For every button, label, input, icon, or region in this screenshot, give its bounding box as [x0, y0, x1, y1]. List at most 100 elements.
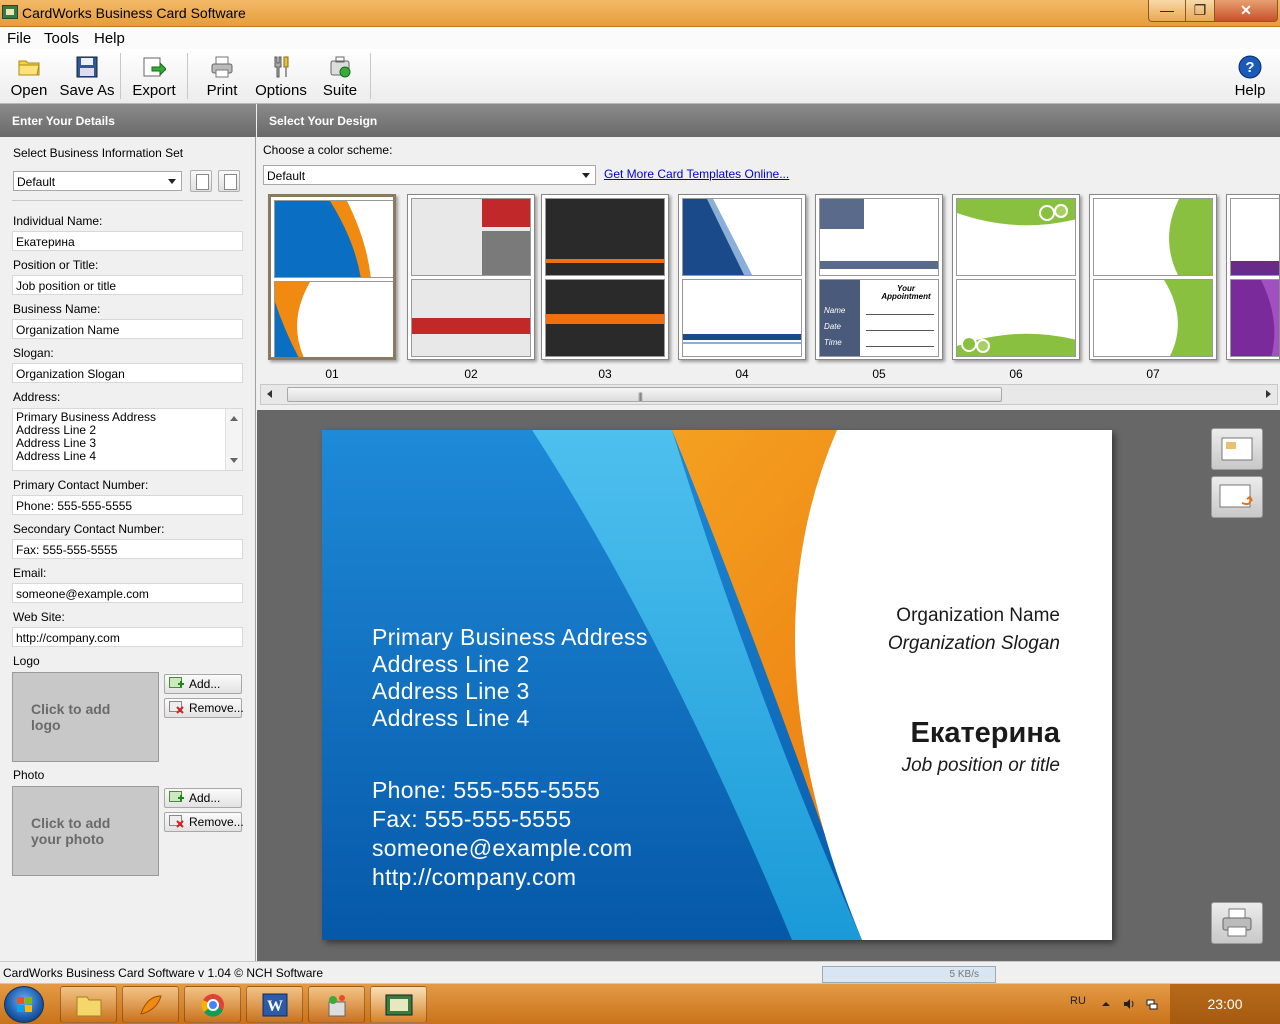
template-thumbnail-06[interactable] [952, 194, 1080, 360]
start-button[interactable] [4, 986, 44, 1023]
thumbnail-art [275, 201, 393, 277]
close-button[interactable]: ✕ [1214, 0, 1278, 22]
address-scrollbar[interactable] [225, 409, 242, 470]
menu-tools[interactable]: Tools [44, 30, 79, 47]
status-bar: CardWorks Business Card Software v 1.04 … [0, 961, 1280, 983]
template-thumbnail-01[interactable] [268, 194, 396, 360]
thumbnail-number: 06 [1009, 367, 1023, 381]
network-icon[interactable] [1146, 998, 1158, 1010]
thumbnail-number: 02 [464, 367, 478, 381]
add-photo-label: Add... [189, 791, 221, 805]
svg-text:W: W [267, 998, 283, 1015]
add-logo-button[interactable]: Add... [164, 674, 242, 694]
add-photo-button[interactable]: Add... [164, 788, 242, 808]
scroll-left-arrow-icon[interactable] [267, 390, 272, 398]
card-preview-area: Primary Business Address Address Line 2 … [257, 410, 1280, 961]
taskbar-word[interactable]: W [246, 986, 303, 1023]
delete-info-set-icon[interactable] [218, 170, 240, 192]
minimize-button[interactable]: — [1148, 0, 1186, 22]
add-logo-label: Add... [189, 677, 221, 691]
thumbnail-art [820, 199, 938, 275]
scrollbar-thumb[interactable]: ||| [287, 387, 1002, 402]
remove-logo-button[interactable]: Remove... [164, 698, 244, 718]
design-panel-header: Select Your Design [257, 104, 1280, 137]
address-textarea[interactable]: Primary Business Address Address Line 2 … [12, 408, 243, 471]
slogan-input[interactable]: Organization Slogan [12, 363, 243, 383]
details-panel-header: Enter Your Details [0, 104, 256, 137]
info-set-label: Select Business Information Set [13, 146, 184, 160]
address-line: Address Line 4 [16, 449, 97, 463]
thumbnail-art [683, 280, 801, 356]
back-side-view-button[interactable] [1211, 476, 1263, 518]
suite-button[interactable]: Suite [318, 51, 362, 101]
secondary-contact-label: Secondary Contact Number: [13, 522, 165, 536]
appointment-field-name: Name [824, 306, 846, 315]
help-button[interactable]: ? Help [1226, 51, 1274, 101]
template-thumbnail-08[interactable] [1226, 194, 1280, 360]
thumbnail-number: 03 [598, 367, 612, 381]
color-scheme-select[interactable]: Default [263, 165, 596, 185]
primary-contact-input[interactable]: Phone: 555-555-5555 [12, 495, 243, 515]
clock[interactable]: 23:00 [1170, 984, 1280, 1024]
toolbar: Open Save As Export Print Options Suite … [0, 49, 1280, 104]
feather-icon [140, 995, 162, 1015]
template-thumbnail-02[interactable] [407, 194, 535, 360]
email-input[interactable]: someone@example.com [12, 583, 243, 603]
taskbar-app-2[interactable] [122, 986, 179, 1023]
menu-file[interactable]: File [7, 30, 31, 47]
card-address-line-1: Primary Business Address [372, 624, 648, 650]
card-phone: Phone: 555-555-5555 [372, 777, 601, 803]
info-set-select[interactable]: Default [13, 171, 182, 191]
photo-drop-area[interactable]: Click to add your photo [12, 786, 159, 876]
business-name-input[interactable]: Organization Name [12, 319, 243, 339]
app-icon [2, 5, 18, 19]
appointment-line [866, 346, 934, 347]
new-info-set-icon[interactable] [190, 170, 212, 192]
thumbnail-scrollbar[interactable]: ||| [260, 384, 1278, 405]
save-as-button[interactable]: Save As [58, 51, 116, 101]
individual-name-input[interactable]: Екатерина [12, 231, 243, 251]
template-thumbnail-03[interactable] [541, 194, 669, 360]
card-front-icon [1221, 437, 1253, 461]
speaker-icon[interactable] [1123, 998, 1135, 1010]
remove-photo-button[interactable]: Remove... [164, 812, 244, 832]
chrome-icon [201, 994, 224, 1017]
options-button[interactable]: Options [252, 51, 310, 101]
thumbnail-front [1093, 198, 1213, 276]
template-thumbnail-04[interactable] [678, 194, 806, 360]
taskbar-app-5[interactable] [308, 986, 365, 1023]
windows-logo-icon [17, 997, 32, 1012]
chevron-up-icon[interactable] [1100, 998, 1112, 1010]
export-icon [143, 57, 166, 77]
taskbar-chrome[interactable] [184, 986, 241, 1023]
position-input[interactable]: Job position or title [12, 275, 243, 295]
thumbnail-back [1093, 279, 1213, 357]
wrench-screwdriver-icon [274, 56, 289, 78]
language-indicator[interactable]: RU [1070, 995, 1086, 1007]
website-input[interactable]: http://company.com [12, 627, 243, 647]
logo-drop-area[interactable]: Click to add logo [12, 672, 159, 762]
card-address-line-4: Address Line 4 [372, 705, 530, 731]
export-button[interactable]: Export [128, 51, 180, 101]
thumbnail-front [682, 198, 802, 276]
add-image-icon [169, 677, 184, 688]
maximize-button[interactable]: ❐ [1185, 0, 1215, 22]
thumbnail-art [546, 280, 664, 356]
print-preview-button[interactable] [1211, 902, 1263, 944]
taskbar: W RU 23:00 [0, 983, 1280, 1024]
template-thumbnail-07[interactable] [1089, 194, 1217, 360]
menu-help[interactable]: Help [94, 30, 125, 47]
options-label: Options [255, 82, 307, 99]
template-thumbnail-05[interactable]: Your Appointment Name Date Time [815, 194, 943, 360]
get-more-templates-link[interactable]: Get More Card Templates Online... [604, 167, 789, 181]
taskbar-explorer[interactable] [60, 986, 117, 1023]
add-image-icon [169, 791, 184, 802]
taskbar-cardworks[interactable] [370, 986, 427, 1023]
thumbnail-art [412, 280, 530, 356]
print-button[interactable]: Print [200, 51, 244, 101]
scroll-right-arrow-icon[interactable] [1266, 390, 1271, 398]
front-side-view-button[interactable] [1211, 428, 1263, 470]
open-button[interactable]: Open [6, 51, 52, 101]
individual-name-label: Individual Name: [13, 214, 103, 228]
secondary-contact-input[interactable]: Fax: 555-555-5555 [12, 539, 243, 559]
